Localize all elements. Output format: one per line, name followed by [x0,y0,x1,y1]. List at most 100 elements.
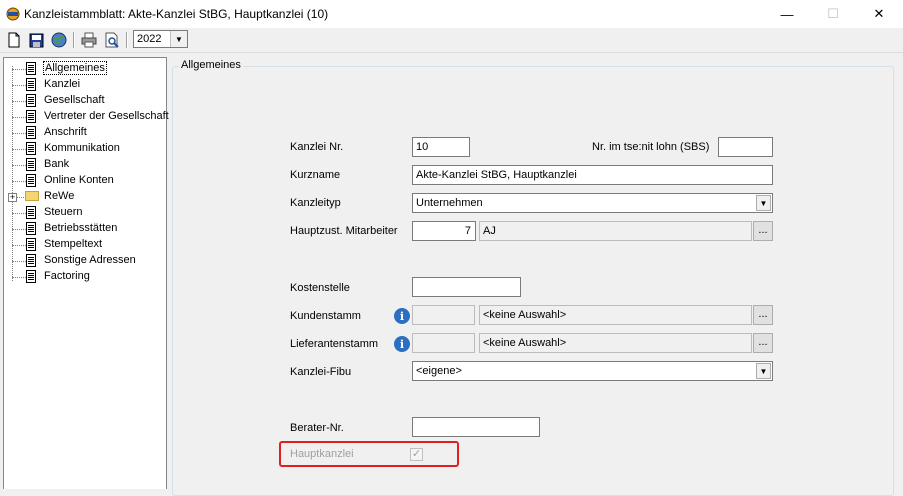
tree-item[interactable]: Online Konten [4,173,166,189]
tree-connector [12,277,26,278]
berater-nr-field[interactable] [412,417,540,437]
kundenstamm-label: Kundenstamm [290,310,361,322]
tree-item-label: Allgemeines [43,61,107,75]
tree-item[interactable]: Anschrift [4,125,166,141]
document-icon [26,222,36,235]
document-icon [26,206,36,219]
tree-item[interactable]: Steuern [4,205,166,221]
toolbar-separator [126,32,128,48]
tree-connector [12,261,26,262]
tree-item-label: ReWe [44,190,75,202]
hauptzust-name-field: AJ [479,221,752,241]
window-title: Kanzleistammblatt: Akte-Kanzlei StBG, Ha… [24,7,329,21]
document-icon [26,126,36,139]
lieferantenstamm-value: <keine Auswahl> [483,337,567,349]
document-icon [26,78,36,91]
document-icon [26,110,36,123]
lieferantenstamm-name-field: <keine Auswahl> [479,333,752,353]
tree-item[interactable]: Kommunikation [4,141,166,157]
lieferantenstamm-browse-button[interactable]: ... [753,333,773,353]
lieferantenstamm-label: Lieferantenstamm [290,338,379,350]
maximize-button[interactable]: ☐ [810,0,856,28]
tree-item[interactable]: Gesellschaft [4,93,166,109]
kundenstamm-browse-button[interactable]: ... [753,305,773,325]
tree-item-label: Betriebsstätten [44,222,118,234]
close-button[interactable]: ✕ [856,0,902,28]
tree-item[interactable]: + ReWe [4,189,166,205]
highlight-box [279,441,459,467]
kanzleityp-value: Unternehmen [416,197,483,209]
kostenstelle-field[interactable] [412,277,521,297]
tree-item[interactable]: Kanzlei [4,77,166,93]
chevron-down-icon[interactable]: ▼ [170,31,187,47]
tree-connector [12,213,26,214]
tree-item-label: Vertreter der Gesellschaft [44,110,169,122]
document-icon [26,94,36,107]
print-preview-icon[interactable] [103,31,121,49]
print-icon[interactable] [80,31,98,49]
hauptzust-nr-field[interactable]: 7 [412,221,476,241]
kanzleityp-label: Kanzleityp [290,197,341,209]
kundenstamm-name-field: <keine Auswahl> [479,305,752,325]
kanzlei-nr-value: 10 [416,141,429,153]
hauptzust-nr-value: 7 [464,225,471,237]
document-icon [26,254,36,267]
tree-item[interactable]: Allgemeines [4,61,166,77]
tree-connector [12,101,26,102]
hauptzust-name-value: AJ [483,225,496,237]
tree-item-label: Kanzlei [44,78,81,90]
kundenstamm-value: <keine Auswahl> [483,309,567,321]
tree-item[interactable]: Betriebsstätten [4,221,166,237]
new-document-icon[interactable] [5,31,23,49]
tree-connector [12,229,26,230]
document-icon [26,174,36,187]
kanzlei-nr-field[interactable]: 10 [412,137,470,157]
kanzlei-nr-label: Kanzlei Nr. [290,141,344,153]
tree-item[interactable]: Vertreter der Gesellschaft [4,109,169,125]
tree-connector [12,117,26,118]
toolbar-separator [73,32,75,48]
tree-item-label: Anschrift [44,126,87,138]
document-icon [26,270,36,283]
globe-icon[interactable] [50,31,68,49]
title-bar: Kanzleistammblatt: Akte-Kanzlei StBG, Ha… [0,0,903,28]
nr-tse-label: Nr. im tse:nit lohn (SBS) [592,141,710,153]
tree-item[interactable]: Bank [4,157,166,173]
tree-item-label: Factoring [44,270,90,282]
kanzlei-fibu-value: <eigene> [416,365,462,377]
kanzlei-fibu-label: Kanzlei-Fibu [290,366,352,378]
tree-item-label: Bank [44,158,70,170]
kurzname-label: Kurzname [290,169,341,181]
year-select[interactable]: 2022 ▼ [133,30,188,48]
lieferantenstamm-info-icon[interactable]: i [394,336,410,352]
expand-icon[interactable]: + [8,193,17,202]
tree-connector [12,165,26,166]
tree-item-label: Stempeltext [44,238,103,250]
folder-icon [25,191,39,201]
chevron-down-icon[interactable]: ▼ [756,363,771,379]
kundenstamm-info-icon[interactable]: i [394,308,410,324]
hauptzust-browse-button[interactable]: ... [753,221,773,241]
tree-item[interactable]: Stempeltext [4,237,166,253]
tree-item-label: Sonstige Adressen [44,254,136,266]
tree-connector [12,181,26,182]
tree-item-label: Steuern [44,206,83,218]
kanzlei-fibu-select[interactable]: <eigene> ▼ [412,361,773,381]
chevron-down-icon[interactable]: ▼ [756,195,771,211]
nr-tse-field[interactable] [718,137,773,157]
berater-nr-label: Berater-Nr. [290,422,344,434]
minimize-button[interactable]: — [764,0,810,28]
tree-connector [12,85,26,86]
group-title: Allgemeines [179,59,243,71]
save-icon[interactable] [27,31,45,49]
tree-item[interactable]: Sonstige Adressen [4,253,166,269]
tree-connector [12,69,26,70]
navigation-tree: Allgemeines Kanzlei Gesellschaft Vertreter … [3,57,169,489]
kurzname-field[interactable]: Akte-Kanzlei StBG, Hauptkanzlei [412,165,773,185]
kanzleityp-select[interactable]: Unternehmen ▼ [412,193,773,213]
document-icon [26,62,36,75]
document-icon [26,142,36,155]
app-icon [6,7,20,21]
tree-item[interactable]: Factoring [4,269,166,285]
tree-connector [12,245,26,246]
